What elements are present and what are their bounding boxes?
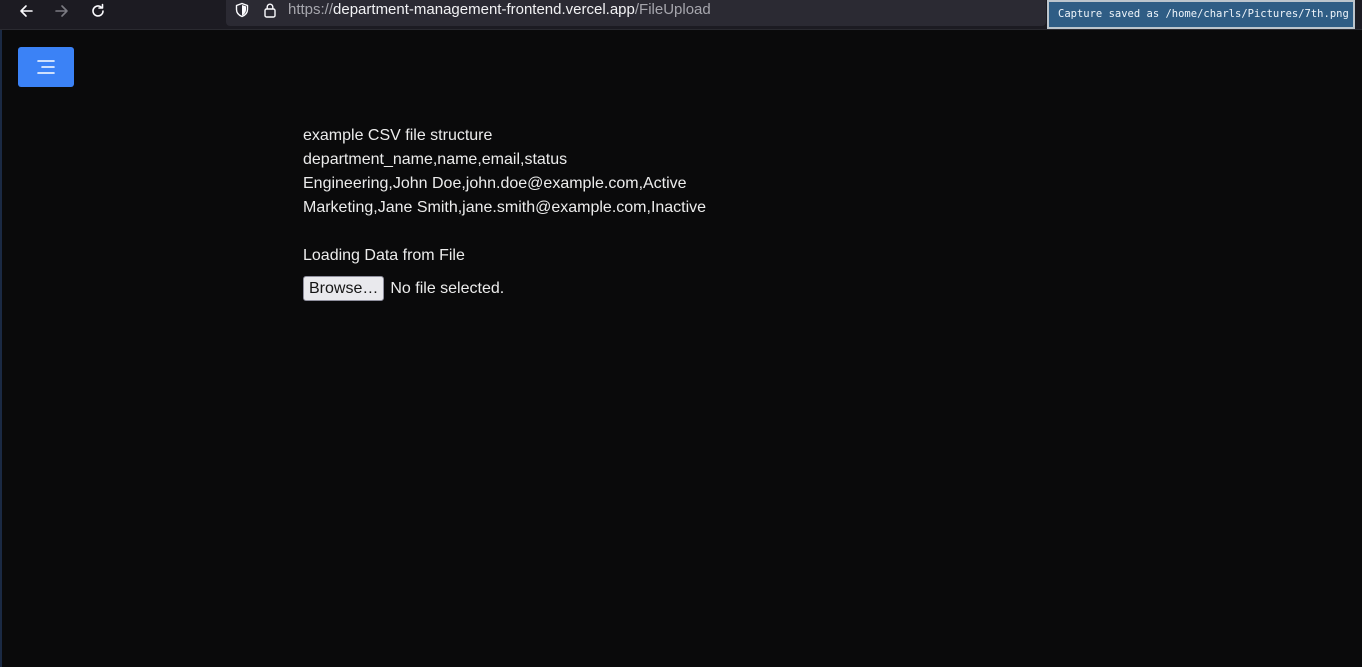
back-button[interactable] (11, 0, 41, 22)
lock-icon[interactable] (261, 1, 279, 19)
url-host: department-management-frontend.vercel.ap… (333, 1, 635, 18)
csv-example-heading: example CSV file structure (303, 127, 493, 144)
capture-notification: Capture saved as /home/charls/Pictures/7… (1047, 0, 1355, 29)
loading-label: Loading Data from File (303, 247, 465, 264)
csv-example-row: Marketing,Jane Smith,jane.smith@example.… (303, 199, 707, 216)
browser-toolbar: https://department-management-frontend.v… (0, 0, 1362, 30)
back-arrow-icon (20, 5, 33, 17)
reload-icon (92, 3, 104, 17)
url-path: /FileUpload (634, 1, 711, 18)
forward-button[interactable] (47, 0, 77, 22)
file-input[interactable]: Browse… No file selected. (303, 276, 706, 301)
browse-button[interactable]: Browse… (303, 276, 385, 301)
window-edge (0, 30, 2, 667)
menu-toggle-button[interactable] (18, 47, 74, 87)
csv-example-header-row: department_name,name,email,status (303, 151, 568, 168)
url-text: https://department-management-frontend.v… (288, 1, 711, 19)
file-status-text: No file selected. (390, 279, 505, 297)
shield-icon[interactable] (233, 1, 251, 19)
file-upload-content: example CSV file structure department_na… (303, 124, 706, 301)
hamburger-menu-icon (37, 60, 55, 74)
reload-button[interactable] (83, 0, 113, 22)
url-bar[interactable]: https://department-management-frontend.v… (226, 0, 1046, 26)
csv-example-row: Engineering,John Doe,john.doe@example.co… (303, 175, 687, 192)
forward-arrow-icon (55, 5, 68, 17)
url-scheme: https:// (288, 1, 334, 18)
